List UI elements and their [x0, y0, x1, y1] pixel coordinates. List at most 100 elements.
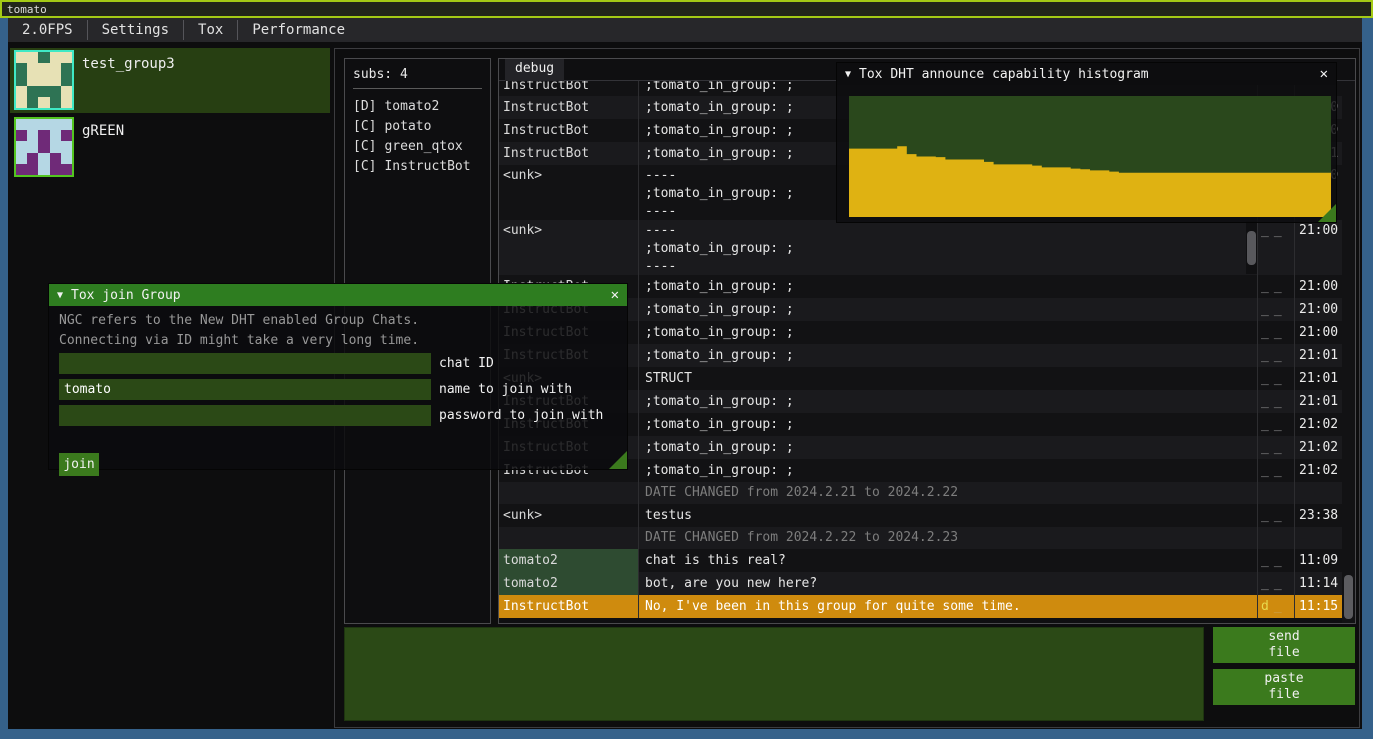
- avatar-pixel: [50, 130, 61, 141]
- chat-scrollbar-thumb[interactable]: [1344, 575, 1353, 619]
- status-flag: _: [1274, 371, 1282, 386]
- close-icon[interactable]: ✕: [611, 287, 619, 303]
- avatar-pixel: [16, 141, 27, 152]
- members-list: [D]tomato2[C]potato[C]green_qtox[C]Instr…: [353, 97, 482, 177]
- avatar-pixel: [61, 86, 72, 97]
- chat-row-message: ;tomato_in_group: ;: [639, 298, 1257, 321]
- chat-row-status: __: [1257, 344, 1294, 367]
- avatar-pixel: [50, 86, 61, 97]
- close-icon[interactable]: ✕: [1320, 66, 1328, 82]
- menu-item-2.0fps[interactable]: 2.0FPS: [8, 18, 87, 42]
- join-password-field-label: password to join with: [439, 405, 603, 426]
- chat-row-message: chat is this real?: [639, 549, 1257, 572]
- collapse-arrow-icon[interactable]: ▼: [845, 69, 851, 80]
- chat-row-message: ;tomato_in_group: ;: [639, 459, 1257, 482]
- chat-row-author: <unk>: [499, 165, 639, 220]
- histogram-window-title: Tox DHT announce capability histogram: [859, 67, 1320, 82]
- avatar-pixel: [38, 119, 49, 130]
- chat-row-status: [1257, 527, 1294, 549]
- member-item-green_qtox[interactable]: [C]green_qtox: [353, 137, 482, 157]
- chat-row-status: __: [1257, 298, 1294, 321]
- chat-row-status: [1257, 482, 1294, 504]
- chat-id-field[interactable]: [59, 353, 431, 374]
- chat-row-status: __: [1257, 436, 1294, 459]
- chat-row[interactable]: tomato2chat is this real?__11:09: [499, 549, 1344, 572]
- paste-file-button[interactable]: paste file: [1213, 669, 1355, 705]
- chat-row-time: 11:15: [1294, 595, 1344, 618]
- join-button[interactable]: join: [59, 453, 99, 476]
- status-flag: _: [1261, 302, 1269, 317]
- menu-item-settings[interactable]: Settings: [88, 18, 183, 42]
- chat-row-time: 21:00: [1294, 275, 1344, 298]
- group-avatar: [14, 117, 74, 177]
- resize-grip[interactable]: [609, 451, 627, 469]
- group-list-item-gREEN[interactable]: gREEN: [10, 115, 330, 180]
- collapse-arrow-icon[interactable]: ▼: [57, 290, 63, 301]
- message-scrollbar-thumb[interactable]: [1247, 231, 1256, 265]
- chat-row[interactable]: tomato2bot, are you new here?__11:14: [499, 572, 1344, 595]
- histogram-window-body: [837, 85, 1336, 222]
- chat-row-message: DATE CHANGED from 2024.2.22 to 2024.2.23: [639, 527, 1257, 549]
- member-item-tomato2[interactable]: [D]tomato2: [353, 97, 482, 117]
- status-flag: _: [1261, 394, 1269, 409]
- member-role: [C]: [353, 119, 376, 134]
- chat-row[interactable]: InstructBotNo, I've been in this group f…: [499, 595, 1344, 618]
- member-name: tomato2: [384, 99, 439, 114]
- status-flag: _: [1261, 325, 1269, 340]
- member-item-InstructBot[interactable]: [C]InstructBot: [353, 157, 482, 177]
- chat-row-time: 23:38: [1294, 504, 1344, 527]
- status-flag: _: [1261, 463, 1269, 478]
- window-titlebar[interactable]: tomato: [0, 0, 1373, 18]
- chat-row-time: 21:02: [1294, 459, 1344, 482]
- chat-row[interactable]: <unk>---- ;tomato_in_group: ; ----__21:0…: [499, 220, 1344, 275]
- chat-row[interactable]: DATE CHANGED from 2024.2.21 to 2024.2.22: [499, 482, 1344, 504]
- chat-row-time: 21:01: [1294, 390, 1344, 413]
- avatar-pixel: [16, 63, 27, 74]
- status-flag: _: [1274, 279, 1282, 294]
- avatar-pixel: [61, 141, 72, 152]
- message-input[interactable]: [344, 627, 1204, 721]
- window-title: tomato: [7, 3, 47, 16]
- avatar-pixel: [27, 97, 38, 108]
- message-scrollbar[interactable]: [1246, 221, 1257, 274]
- avatar-pixel: [61, 97, 72, 108]
- join-window-titlebar[interactable]: ▼ Tox join Group ✕: [49, 284, 627, 306]
- avatar-pixel: [38, 141, 49, 152]
- chat-scrollbar[interactable]: [1342, 81, 1355, 623]
- group-name: test_group3: [82, 56, 175, 72]
- chat-row[interactable]: DATE CHANGED from 2024.2.22 to 2024.2.23: [499, 527, 1344, 549]
- avatar-pixel: [38, 74, 49, 85]
- histogram-chart: [849, 96, 1331, 217]
- histogram-window-titlebar[interactable]: ▼ Tox DHT announce capability histogram …: [837, 63, 1336, 85]
- members-separator: [353, 88, 482, 89]
- avatar-pixel: [50, 164, 61, 175]
- histogram-series: [849, 146, 1331, 217]
- chat-row-status: d_: [1257, 595, 1294, 618]
- member-item-potato[interactable]: [C]potato: [353, 117, 482, 137]
- status-flag: _: [1274, 302, 1282, 317]
- status-flag: _: [1274, 440, 1282, 455]
- menu-item-tox[interactable]: Tox: [184, 18, 237, 42]
- status-flag: _: [1261, 279, 1269, 294]
- avatar-pixel: [27, 86, 38, 97]
- group-list-item-test_group3[interactable]: test_group3: [10, 48, 330, 113]
- avatar-pixel: [16, 119, 27, 130]
- chat-row-author: tomato2: [499, 572, 639, 595]
- join-window-body: NGC refers to the New DHT enabled Group …: [49, 306, 627, 469]
- chat-row-author: <unk>: [499, 220, 639, 275]
- avatar-pixel: [61, 119, 72, 130]
- tab-debug[interactable]: debug: [505, 59, 564, 81]
- send-file-button[interactable]: send file: [1213, 627, 1355, 663]
- status-flag: _: [1274, 576, 1282, 591]
- chat-row-author: [499, 482, 639, 504]
- chat-row[interactable]: <unk>testus__23:38: [499, 504, 1344, 527]
- histogram-plot: [849, 96, 1331, 217]
- resize-grip[interactable]: [1318, 204, 1336, 222]
- status-flag: _: [1274, 599, 1282, 614]
- status-flag: _: [1261, 508, 1269, 523]
- status-flag: d: [1261, 599, 1269, 614]
- join-name-field[interactable]: [59, 379, 431, 400]
- status-flag: _: [1261, 348, 1269, 363]
- menu-item-performance[interactable]: Performance: [238, 18, 359, 42]
- join-password-field[interactable]: [59, 405, 431, 426]
